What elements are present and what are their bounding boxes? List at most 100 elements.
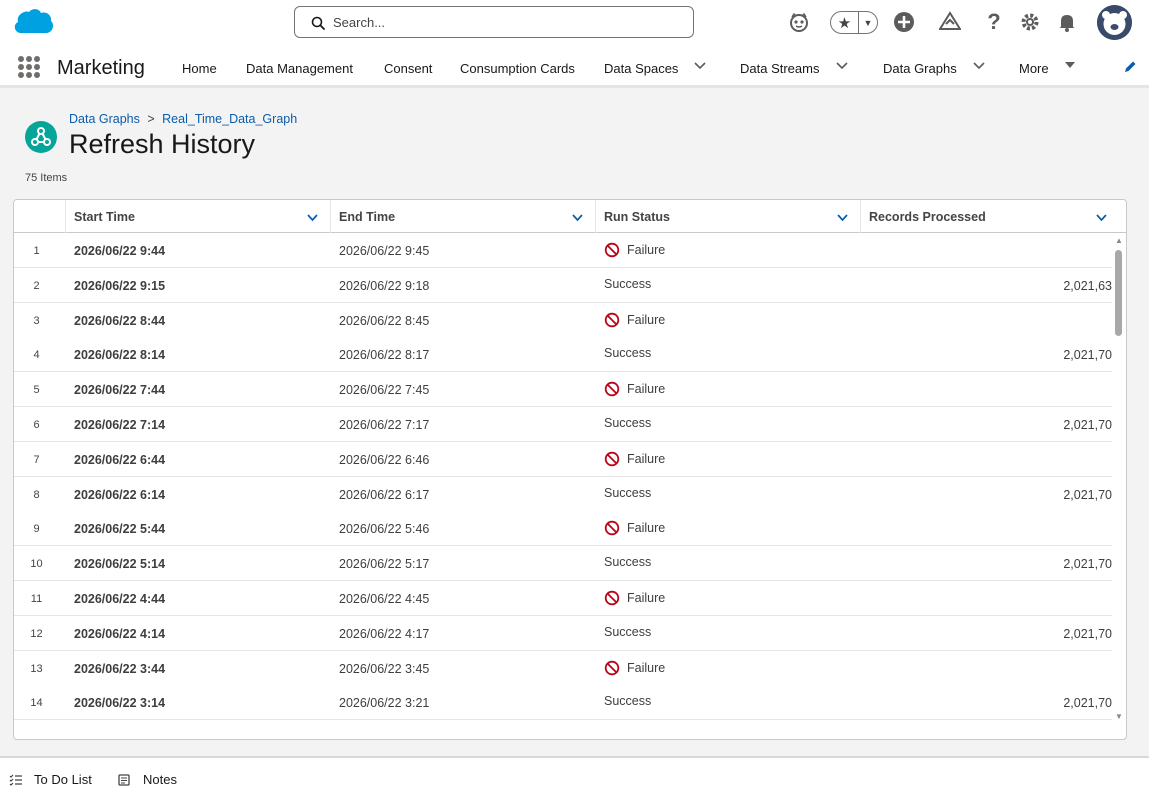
run-status-cell: Success (604, 555, 651, 569)
app-navigation-bar: Marketing Home Data Management Consent C… (0, 46, 1149, 88)
records-processed-cell: 2,021,70 (1063, 557, 1112, 572)
row-number: 3 (33, 314, 40, 327)
start-time-cell: 2026/06/22 8:14 (74, 348, 166, 363)
nav-item-data-graphs[interactable]: Data Graphs (883, 61, 957, 76)
table-row[interactable]: 8 2026/06/22 6:14 2026/06/22 6:17 Success 2,… (14, 476, 1112, 512)
salesforce-cloud-logo[interactable] (12, 8, 54, 38)
notes-icon (118, 773, 130, 786)
table-row[interactable]: 4 2026/06/22 8:14 2026/06/22 8:17 Success 2,… (14, 337, 1112, 373)
scroll-up-arrow-icon[interactable]: ▲ (1114, 236, 1124, 246)
chevron-down-icon[interactable] (1063, 58, 1077, 72)
row-number: 1 (33, 245, 40, 257)
records-processed-cell: 2,021,70 (1063, 626, 1112, 641)
table-row[interactable]: 3 2026/06/22 8:44 2026/06/22 8:45 Failure (14, 302, 1112, 338)
nav-item-consumption-cards[interactable]: Consumption Cards (460, 61, 575, 76)
row-number: 6 (33, 419, 40, 431)
end-time-cell: 2026/06/22 8:45 (339, 313, 430, 328)
start-time-cell: 2026/06/22 3:44 (74, 661, 166, 676)
breadcrumb-link-data-graphs[interactable]: Data Graphs (69, 112, 140, 126)
column-header-end-time[interactable]: End Time (331, 200, 596, 233)
row-number: 2 (33, 279, 40, 292)
run-status-cell: Success (604, 486, 651, 500)
table-row[interactable]: 13 2026/06/22 3:44 2026/06/22 3:45 Failure (14, 650, 1112, 686)
run-status-cell: Success (604, 625, 651, 639)
table-row[interactable]: 14 2026/06/22 3:14 2026/06/22 3:21 Success 2… (14, 685, 1112, 721)
ban-icon (604, 451, 620, 466)
column-header-label: Start Time (74, 210, 135, 224)
search-placeholder: Search... (333, 15, 386, 30)
nav-item-data-streams[interactable]: Data Streams (740, 61, 819, 76)
end-time-cell: 2026/06/22 4:45 (339, 592, 430, 606)
chevron-down-icon[interactable] (972, 58, 986, 72)
nav-item-data-management[interactable]: Data Management (246, 61, 353, 76)
einstein-icon[interactable] (786, 8, 812, 36)
bell-icon[interactable] (1054, 8, 1080, 36)
app-name: Marketing (57, 57, 145, 79)
run-status-label: Success (604, 346, 652, 361)
refresh-history-table: Start Time End Time Run Status Records P… (13, 199, 1127, 740)
nav-item-more[interactable]: More (1019, 61, 1049, 76)
star-icon[interactable]: ★ (831, 12, 859, 33)
notes-button[interactable]: Notes (118, 772, 177, 787)
todo-list-button[interactable]: To Do List (9, 772, 92, 787)
run-status-label: Success (604, 485, 652, 500)
chevron-down-icon[interactable] (835, 58, 849, 72)
table-row[interactable]: 12 2026/06/22 4:14 2026/06/22 4:17 Success 2… (14, 615, 1112, 651)
row-number: 5 (33, 384, 40, 397)
breadcrumb: Data Graphs > Real_Time_Data_Graph (69, 112, 297, 126)
run-status-cell: Failure (604, 312, 665, 328)
avatar[interactable] (1097, 5, 1132, 40)
end-time-cell: 2026/06/22 3:45 (339, 661, 430, 676)
chevron-down-icon[interactable] (693, 58, 707, 72)
chevron-down-icon[interactable]: ▼ (859, 12, 877, 33)
utility-bar: To Do List Notes (0, 756, 1149, 793)
column-header-start-time[interactable]: Start Time (66, 200, 331, 233)
breadcrumb-link-current[interactable]: Real_Time_Data_Graph (162, 112, 297, 126)
row-number: 13 (30, 662, 43, 675)
nav-item-data-spaces[interactable]: Data Spaces (604, 61, 678, 76)
run-status-label: Failure (627, 243, 666, 257)
run-status-cell: Success (604, 346, 651, 360)
table-row[interactable]: 9 2026/06/22 5:44 2026/06/22 5:46 Failure (14, 511, 1112, 547)
column-header-records-processed[interactable]: Records Processed (861, 200, 1126, 233)
trailhead-icon[interactable] (937, 8, 963, 36)
search-input[interactable]: Search... (294, 6, 694, 38)
start-time-cell: 2026/06/22 5:14 (74, 557, 166, 572)
end-time-cell: 2026/06/22 9:45 (339, 244, 430, 258)
table-row[interactable]: 1 2026/06/22 9:44 2026/06/22 9:45 Failure (14, 233, 1112, 268)
nav-item-consent[interactable]: Consent (384, 61, 432, 76)
table-row[interactable]: 7 2026/06/22 6:44 2026/06/22 6:46 Failure (14, 441, 1112, 477)
nav-item-home[interactable]: Home (182, 61, 217, 76)
help-icon[interactable]: ? (981, 8, 1007, 36)
row-number: 8 (33, 488, 40, 501)
chevron-down-icon[interactable] (1095, 211, 1108, 224)
app-launcher-icon[interactable] (18, 56, 40, 78)
scrollbar-thumb[interactable] (1115, 250, 1122, 336)
table-scrollbar[interactable]: ▲ ▼ (1114, 236, 1124, 722)
run-status-label: Success (604, 276, 652, 291)
end-time-cell: 2026/06/22 7:17 (339, 418, 430, 432)
run-status-label: Failure (627, 521, 666, 536)
row-number: 10 (30, 558, 43, 571)
favorites-group: ★ ▼ (830, 11, 878, 34)
table-row[interactable]: 11 2026/06/22 4:44 2026/06/22 4:45 Failure (14, 581, 1112, 616)
chevron-down-icon[interactable] (571, 211, 584, 224)
column-header-run-status[interactable]: Run Status (596, 200, 861, 233)
run-status-cell: Success (604, 416, 651, 430)
run-status-label: Failure (627, 451, 666, 466)
chevron-down-icon[interactable] (306, 211, 319, 224)
add-icon[interactable] (891, 8, 917, 36)
table-row[interactable]: 6 2026/06/22 7:14 2026/06/22 7:17 Success 2,… (14, 407, 1112, 442)
run-status-cell: Success (604, 694, 651, 708)
table-row[interactable]: 2 2026/06/22 9:15 2026/06/22 9:18 Success 2,… (14, 267, 1112, 303)
chevron-down-icon[interactable] (836, 211, 849, 224)
pencil-icon[interactable] (1123, 60, 1137, 74)
setup-gear-icon[interactable] (1017, 8, 1043, 36)
end-time-cell: 2026/06/22 3:21 (339, 696, 430, 711)
table-row[interactable]: 5 2026/06/22 7:44 2026/06/22 7:45 Failure (14, 372, 1112, 408)
column-header-label: Run Status (604, 210, 670, 224)
table-row[interactable]: 10 2026/06/22 5:14 2026/06/22 5:17 Success 2… (14, 546, 1112, 582)
scroll-down-arrow-icon[interactable]: ▼ (1114, 712, 1124, 722)
run-status-label: Failure (627, 382, 666, 397)
start-time-cell: 2026/06/22 6:44 (74, 452, 166, 467)
